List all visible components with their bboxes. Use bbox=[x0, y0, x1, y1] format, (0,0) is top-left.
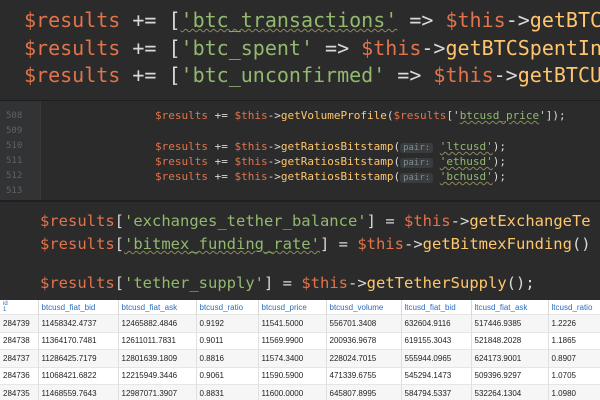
line-number: 513 bbox=[6, 186, 23, 196]
column-header[interactable]: btcusd_fiat_bid bbox=[38, 300, 119, 315]
table-cell[interactable]: 12611011.7831 bbox=[118, 331, 197, 350]
code-line: $results += ['btc_spent' => $this->getBT… bbox=[24, 36, 600, 60]
table-cell[interactable]: 12465882.4846 bbox=[118, 314, 197, 332]
table-cell[interactable]: 517446.9385 bbox=[471, 314, 549, 332]
table-cell[interactable]: 1.0705 bbox=[548, 366, 600, 385]
table-row[interactable]: 284736 11068421.6822 12215949.3446 0.9061 11… bbox=[0, 366, 600, 385]
table-cell[interactable]: 0.8907 bbox=[548, 349, 600, 367]
code-editor-top: $results += ['btc_transactions' => $this… bbox=[0, 0, 600, 100]
table-cell[interactable]: 0.8831 bbox=[196, 384, 259, 400]
code-line: $results += $this->getRatiosBitstamp(pai… bbox=[155, 155, 507, 168]
code-editor-middle: 508 509 510 511 512 513 $results += $thi… bbox=[0, 100, 600, 200]
code-editor-bottom: $results['exchanges_tether_balance'] = $… bbox=[0, 200, 600, 302]
table-cell[interactable]: 1.0980 bbox=[548, 384, 600, 400]
table-cell[interactable]: 11364170.7481 bbox=[38, 331, 119, 350]
table-cell[interactable]: 555944.0965 bbox=[401, 349, 472, 367]
line-number: 511 bbox=[6, 156, 23, 166]
table-cell[interactable]: 1.2226 bbox=[548, 314, 600, 332]
column-header[interactable]: ltcusd_fiat_ask bbox=[471, 300, 549, 315]
table-cell[interactable]: 0.9011 bbox=[196, 331, 259, 350]
parameter-hint: pair: bbox=[400, 173, 434, 183]
column-header-id[interactable]: id 1 bbox=[0, 300, 39, 315]
table-cell[interactable]: 1.1865 bbox=[548, 331, 600, 350]
table-cell[interactable]: 12215949.3446 bbox=[118, 366, 197, 385]
table-header-row: id 1 btcusd_fiat_bid btcusd_fiat_ask btc… bbox=[0, 300, 600, 315]
table-cell[interactable]: 11590.5900 bbox=[258, 366, 327, 385]
table-row[interactable]: 284738 11364170.7481 12611011.7831 0.9011 11… bbox=[0, 331, 600, 350]
table-cell[interactable]: 284737 bbox=[0, 349, 39, 367]
table-cell[interactable]: 0.8816 bbox=[196, 349, 259, 367]
table-cell[interactable]: 11468559.7643 bbox=[38, 384, 119, 400]
column-header[interactable]: btcusd_fiat_ask bbox=[118, 300, 197, 315]
table-row[interactable]: 284735 11468559.7643 12987071.3907 0.8831 11… bbox=[0, 384, 600, 400]
table-cell[interactable]: 556701.3408 bbox=[326, 314, 402, 332]
table-cell[interactable]: 0.9061 bbox=[196, 366, 259, 385]
table-cell[interactable]: 284735 bbox=[0, 384, 39, 400]
table-cell[interactable]: 11458342.4737 bbox=[38, 314, 119, 332]
table-cell[interactable]: 645807.8995 bbox=[326, 384, 402, 400]
table-cell[interactable]: 200936.9678 bbox=[326, 331, 402, 350]
column-header[interactable]: btcusd_volume bbox=[326, 300, 402, 315]
table-cell[interactable]: 632604.9116 bbox=[401, 314, 472, 332]
column-header[interactable]: btcusd_price bbox=[258, 300, 327, 315]
table-cell[interactable]: 11286425.7179 bbox=[38, 349, 119, 367]
code-line: $results += ['btc_unconfirmed' => $this-… bbox=[24, 63, 600, 87]
code-line: $results += $this->getRatiosBitstamp(pai… bbox=[155, 170, 507, 183]
code-line: $results['exchanges_tether_balance'] = $… bbox=[40, 212, 591, 230]
code-line: $results += $this->getRatiosBitstamp(pai… bbox=[155, 140, 507, 153]
table-cell[interactable]: 284738 bbox=[0, 331, 39, 350]
table-cell[interactable]: 11068421.6822 bbox=[38, 366, 119, 385]
table-cell[interactable]: 11600.0000 bbox=[258, 384, 327, 400]
code-line: $results += ['btc_transactions' => $this… bbox=[24, 8, 600, 32]
table-cell[interactable]: 228024.7015 bbox=[326, 349, 402, 367]
table-cell[interactable]: 509396.9297 bbox=[471, 366, 549, 385]
results-table: id 1 btcusd_fiat_bid btcusd_fiat_ask btc… bbox=[0, 300, 600, 400]
table-cell[interactable]: 624173.9001 bbox=[471, 349, 549, 367]
parameter-hint: pair: bbox=[400, 143, 434, 153]
table-cell[interactable]: 584794.5337 bbox=[401, 384, 472, 400]
table-cell[interactable]: 284736 bbox=[0, 366, 39, 385]
table-cell[interactable]: 284739 bbox=[0, 314, 39, 332]
line-number: 509 bbox=[6, 126, 23, 136]
table-cell[interactable]: 12987071.3907 bbox=[118, 384, 197, 400]
table-cell[interactable]: 471339.6755 bbox=[326, 366, 402, 385]
table-row[interactable]: 284739 11458342.4737 12465882.4846 0.9192 11… bbox=[0, 314, 600, 332]
parameter-hint: pair: bbox=[400, 158, 434, 168]
table-cell[interactable]: 12801639.1809 bbox=[118, 349, 197, 367]
table-cell[interactable]: 11574.3400 bbox=[258, 349, 327, 367]
table-row[interactable]: 284737 11286425.7179 12801639.1809 0.8816 11… bbox=[0, 349, 600, 367]
table-cell[interactable]: 11569.9900 bbox=[258, 331, 327, 350]
table-cell[interactable]: 619155.3043 bbox=[401, 331, 472, 350]
column-header[interactable]: ltcusd_fiat_bid bbox=[401, 300, 472, 315]
code-line: $results += $this->getVolumeProfile($res… bbox=[155, 109, 566, 122]
column-header[interactable]: ltcusd_ratio bbox=[548, 300, 600, 315]
line-number: 512 bbox=[6, 171, 23, 181]
line-number: 510 bbox=[6, 141, 23, 151]
data-table-panel: id 1 btcusd_fiat_bid btcusd_fiat_ask btc… bbox=[0, 300, 600, 400]
table-cell[interactable]: 545294.1473 bbox=[401, 366, 472, 385]
table-cell[interactable]: 0.9192 bbox=[196, 314, 259, 332]
line-number-gutter: 508 509 510 511 512 513 bbox=[0, 101, 41, 200]
line-number: 508 bbox=[6, 111, 23, 121]
table-cell[interactable]: 521848.2028 bbox=[471, 331, 549, 350]
table-cell[interactable]: 11541.5000 bbox=[258, 314, 327, 332]
column-header[interactable]: btcusd_ratio bbox=[196, 300, 259, 315]
code-line: $results['tether_supply'] = $this->getTe… bbox=[40, 274, 535, 292]
table-cell[interactable]: 532264.1304 bbox=[471, 384, 549, 400]
code-line: $results['bitmex_funding_rate'] = $this-… bbox=[40, 235, 591, 253]
